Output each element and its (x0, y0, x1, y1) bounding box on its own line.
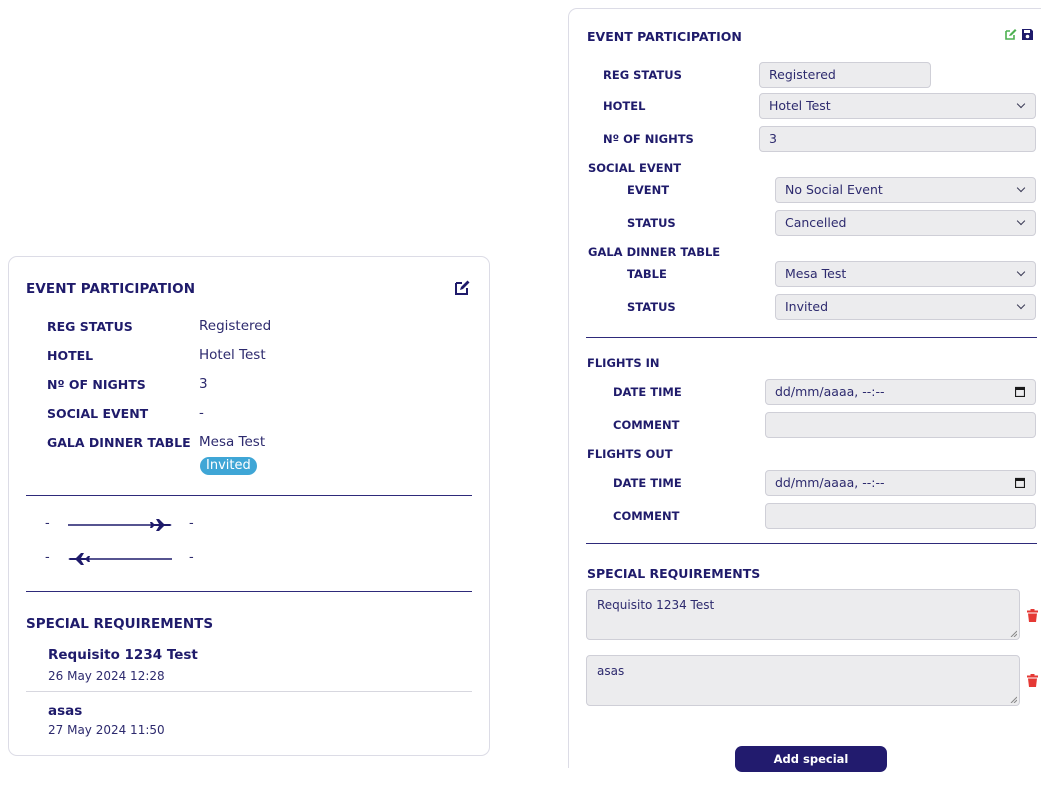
value-hotel: Hotel Test (199, 347, 266, 363)
label-flight-out-comment: COMMENT (613, 509, 680, 523)
edit-icon[interactable] (1004, 28, 1017, 41)
gala-status-select[interactable]: Invited (775, 294, 1036, 320)
hotel-select[interactable]: Hotel Test (759, 93, 1036, 119)
label-table: TABLE (627, 267, 667, 281)
label-nights: Nº OF NIGHTS (603, 132, 694, 146)
edit-icon[interactable] (453, 279, 471, 297)
flights-in-heading: FLIGHTS IN (587, 356, 660, 370)
requirement-text: asas (597, 664, 625, 678)
requirement-name: asas (48, 703, 83, 719)
edit-title: EVENT PARTICIPATION (587, 29, 742, 44)
label-flight-out-date: DATE TIME (613, 476, 682, 490)
add-special-requirement-button[interactable]: Add special requirement (735, 746, 887, 792)
divider (26, 691, 472, 692)
label-nights: Nº OF NIGHTS (47, 377, 146, 392)
save-icon[interactable] (1021, 28, 1034, 41)
flight-out-arrow-icon (68, 553, 172, 565)
label-social-event: SOCIAL EVENT (47, 406, 149, 421)
social-event-select[interactable]: No Social Event (775, 177, 1036, 203)
gala-status-badge: Invited (200, 457, 257, 475)
calendar-icon[interactable] (1015, 386, 1025, 397)
calendar-icon[interactable] (1015, 477, 1025, 488)
requirement-date: 26 May 2024 12:28 (48, 669, 165, 683)
flights-out-heading: FLIGHTS OUT (587, 447, 673, 461)
label-flight-in-date: DATE TIME (613, 385, 682, 399)
card-title: EVENT PARTICIPATION (26, 281, 196, 297)
reg-status-field: Registered (759, 62, 931, 88)
delete-requirement-icon[interactable] (1027, 609, 1038, 622)
flight-in-from: - (45, 516, 50, 531)
requirement-textarea[interactable]: Requisito 1234 Test (586, 589, 1020, 640)
label-gala-status: STATUS (627, 300, 676, 314)
label-gala-dinner: GALA DINNER TABLE (47, 435, 191, 450)
special-requirements-title: SPECIAL REQUIREMENTS (26, 616, 214, 632)
label-hotel: HOTEL (47, 348, 94, 363)
divider (26, 591, 472, 592)
divider (586, 337, 1037, 338)
label-event: EVENT (627, 183, 670, 197)
flight-in-to: - (189, 516, 194, 531)
divider (586, 543, 1037, 544)
datetime-placeholder: dd/mm/aaaa, --:-- (775, 384, 885, 399)
flight-in-arrow-icon (68, 519, 172, 531)
resize-handle-icon[interactable] (1010, 630, 1017, 637)
value-nights: 3 (199, 376, 208, 392)
requirement-text: Requisito 1234 Test (597, 598, 715, 612)
event-participation-edit-panel: EVENT PARTICIPATION REG STATUS Registere… (568, 8, 1041, 792)
resize-handle-icon[interactable] (1010, 696, 1017, 703)
flight-out-to: - (189, 550, 194, 565)
label-reg-status: REG STATUS (603, 68, 682, 82)
social-event-heading: SOCIAL EVENT (588, 161, 682, 175)
value-reg-status: Registered (199, 318, 272, 334)
special-requirements-title: SPECIAL REQUIREMENTS (587, 566, 761, 581)
social-status-select[interactable]: Cancelled (775, 210, 1036, 236)
value-social-event: - (199, 405, 204, 421)
event-participation-card: EVENT PARTICIPATION REG STATUS Registere… (8, 256, 490, 756)
requirement-date: 27 May 2024 11:50 (48, 723, 165, 737)
datetime-placeholder: dd/mm/aaaa, --:-- (775, 475, 885, 490)
requirement-textarea[interactable]: asas (586, 655, 1020, 706)
label-flight-in-comment: COMMENT (613, 418, 680, 432)
label-hotel: HOTEL (603, 99, 646, 113)
nights-input[interactable]: 3 (759, 126, 1036, 152)
divider (26, 495, 472, 496)
flight-in-datetime-input[interactable]: dd/mm/aaaa, --:-- (765, 379, 1036, 405)
flight-out-datetime-input[interactable]: dd/mm/aaaa, --:-- (765, 470, 1036, 496)
requirement-name: Requisito 1234 Test (48, 647, 198, 663)
label-social-status: STATUS (627, 216, 676, 230)
gala-dinner-heading: GALA DINNER TABLE (588, 245, 721, 259)
flight-out-comment-input[interactable] (765, 503, 1036, 529)
flight-out-from: - (45, 550, 50, 565)
gala-table-select[interactable]: Mesa Test (775, 261, 1036, 287)
flight-in-comment-input[interactable] (765, 412, 1036, 438)
delete-requirement-icon[interactable] (1027, 674, 1038, 687)
value-gala-dinner: Mesa Test (199, 434, 266, 450)
label-reg-status: REG STATUS (47, 319, 133, 334)
